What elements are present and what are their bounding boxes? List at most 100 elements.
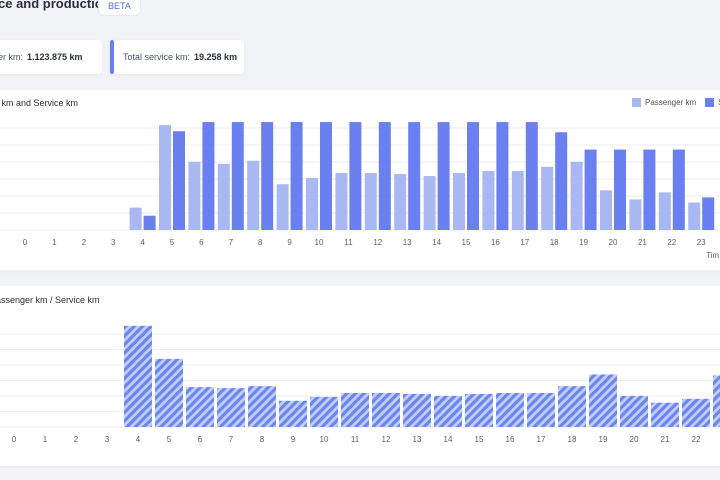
x-tick-label: 22 xyxy=(692,435,701,444)
bar-passenger-km xyxy=(570,161,583,230)
x-tick-label: 8 xyxy=(260,435,265,444)
x-tick-label: 10 xyxy=(320,435,329,444)
x-tick-label: 13 xyxy=(403,238,412,247)
bar-passenger-km xyxy=(306,178,318,230)
x-tick-label: 13 xyxy=(413,435,422,444)
bar-ratio xyxy=(651,402,679,427)
bar-passenger-km xyxy=(217,163,230,230)
x-tick-label: 10 xyxy=(315,238,324,247)
x-tick-label: 4 xyxy=(136,435,141,444)
bar-service-km xyxy=(320,122,332,230)
bar-ratio xyxy=(155,358,183,427)
x-tick-label: 3 xyxy=(105,435,110,444)
bar-passenger-km xyxy=(423,176,436,230)
x-tick-label: 11 xyxy=(351,435,360,444)
bar-ratio xyxy=(279,400,307,427)
bar-service-km xyxy=(231,122,244,230)
bar-service-km xyxy=(467,122,479,230)
bar-ratio xyxy=(682,398,710,427)
bar-passenger-km xyxy=(453,172,465,230)
bar-passenger-km xyxy=(511,170,524,230)
bar-ratio xyxy=(465,393,493,427)
bar-passenger-km xyxy=(394,174,407,230)
bar-ratio xyxy=(496,392,524,427)
x-tick-label: 2 xyxy=(74,435,79,444)
x-tick-label: 6 xyxy=(199,238,204,247)
bar-service-km xyxy=(702,197,715,230)
bar-service-km xyxy=(202,122,215,230)
bar-service-km xyxy=(143,215,156,230)
bar-ratio xyxy=(434,395,462,427)
x-tick-label: 4 xyxy=(140,238,145,247)
bar-ratio xyxy=(620,395,648,427)
bar-ratio xyxy=(589,374,617,427)
x-tick-label: 17 xyxy=(520,238,529,247)
bar-service-km xyxy=(614,149,626,230)
x-tick-label: 18 xyxy=(550,238,559,247)
x-tick-label: 5 xyxy=(167,435,172,444)
bar-service-km xyxy=(349,122,362,230)
bar-passenger-km xyxy=(658,192,671,230)
bar-service-km xyxy=(408,122,421,230)
x-tick-label: 8 xyxy=(258,238,263,247)
x-tick-label: 15 xyxy=(462,238,471,247)
bar-ratio xyxy=(217,388,245,427)
bar-service-km xyxy=(584,149,597,230)
x-tick-label: 9 xyxy=(287,238,292,247)
bar-ratio xyxy=(124,325,152,427)
bar-passenger-km xyxy=(600,190,612,230)
bar-passenger-km xyxy=(541,166,554,230)
bar-service-km xyxy=(672,149,685,230)
bar-ratio xyxy=(372,392,400,427)
bar-passenger-km xyxy=(159,125,171,230)
bar-service-km xyxy=(496,122,509,230)
x-tick-label: 7 xyxy=(229,238,234,247)
bar-passenger-km xyxy=(188,161,201,230)
bar-service-km xyxy=(378,122,391,230)
x-tick-label: 14 xyxy=(432,238,441,247)
bar-service-km xyxy=(525,122,538,230)
bar-passenger-km xyxy=(335,172,348,230)
bar-ratio xyxy=(248,386,276,427)
bar-passenger-km xyxy=(276,184,289,230)
x-tick-label: 3 xyxy=(111,238,116,247)
chart-km: 0 1 2 3 4 5 6 7 8 9 10 11 12 13 14 15 16 17 18 19 20 21 22 23Ti… xyxy=(0,122,720,444)
x-tick-label: 7 xyxy=(229,435,234,444)
x-tick-label: 20 xyxy=(609,238,618,247)
bar-ratio xyxy=(186,387,214,427)
bar-passenger-km xyxy=(629,199,642,230)
x-tick-label: 5 xyxy=(170,238,175,247)
x-tick-label: 19 xyxy=(579,238,588,247)
x-tick-label: 9 xyxy=(291,435,296,444)
bar-ratio xyxy=(527,392,555,427)
bar-passenger-km xyxy=(247,160,260,230)
bar-ratio xyxy=(713,375,720,427)
x-axis-label: Tim xyxy=(706,251,719,260)
x-tick-label: 17 xyxy=(537,435,546,444)
bar-ratio xyxy=(558,386,586,427)
x-tick-label: 6 xyxy=(198,435,203,444)
x-tick-label: 16 xyxy=(506,435,515,444)
x-tick-label: 0 xyxy=(12,435,17,444)
bar-service-km xyxy=(290,122,303,230)
x-tick-label: 21 xyxy=(638,238,647,247)
bar-service-km xyxy=(555,132,568,230)
x-tick-label: 21 xyxy=(661,435,670,444)
x-tick-label: 16 xyxy=(491,238,500,247)
x-tick-label: 15 xyxy=(475,435,484,444)
x-tick-label: 20 xyxy=(630,435,639,444)
x-tick-label: 12 xyxy=(373,238,382,247)
bar-service-km xyxy=(643,149,656,230)
x-tick-label: 1 xyxy=(43,435,48,444)
bar-passenger-km xyxy=(688,202,701,230)
x-tick-label: 0 xyxy=(23,238,28,247)
bar-passenger-km xyxy=(482,170,495,230)
x-tick-label: 19 xyxy=(599,435,608,444)
bar-ratio xyxy=(403,393,431,427)
bar-passenger-km xyxy=(364,172,377,230)
x-tick-label: 2 xyxy=(82,238,87,247)
bar-service-km xyxy=(261,122,274,230)
x-tick-label: 1 xyxy=(52,238,57,247)
bar-passenger-km xyxy=(129,207,142,230)
x-tick-label: 14 xyxy=(444,435,453,444)
